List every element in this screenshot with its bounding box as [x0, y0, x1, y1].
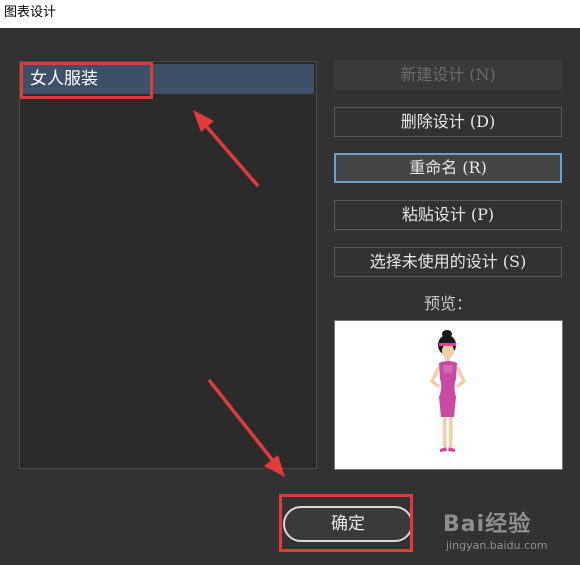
arrow-to-list-item-icon — [193, 110, 260, 188]
annotation-arrows — [193, 110, 285, 477]
arrow-to-ok-button-icon — [207, 378, 285, 477]
